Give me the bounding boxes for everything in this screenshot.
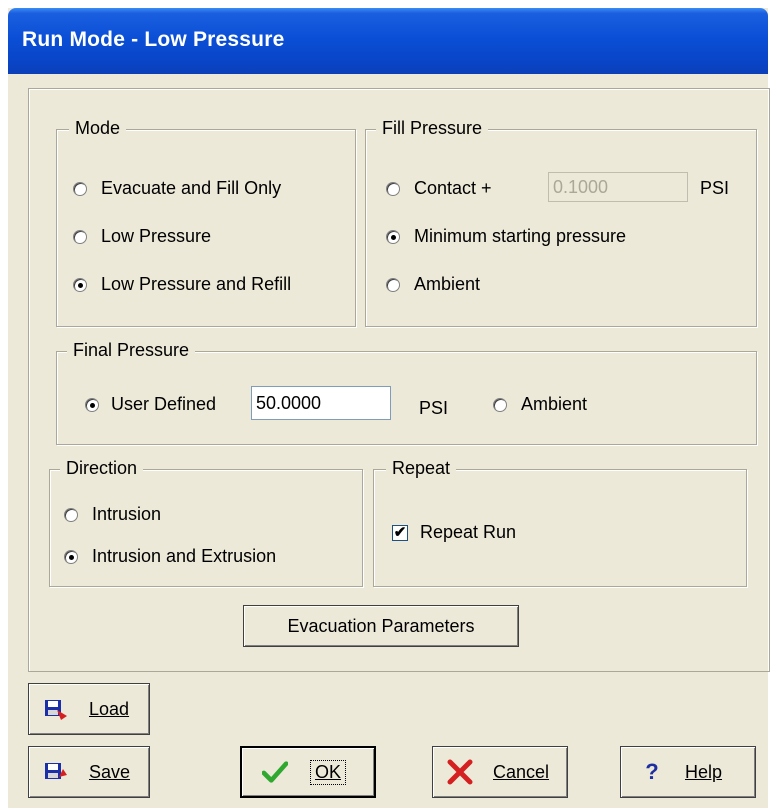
radio-label: Low Pressure xyxy=(101,226,212,246)
radio-indicator xyxy=(73,229,87,244)
contact-pressure-field[interactable]: 0.1000 xyxy=(548,172,688,202)
repeat-legend: Repeat xyxy=(386,458,457,479)
button-label: Cancel xyxy=(493,761,550,782)
button-label: Save xyxy=(89,761,131,782)
mode-low-pressure-refill-radio[interactable]: Low Pressure and Refill xyxy=(73,274,291,295)
final-ambient-radio[interactable]: Ambient xyxy=(493,394,587,415)
checkbox-indicator: ✔ xyxy=(392,524,408,541)
mode-evacuate-fill-radio[interactable]: Evacuate and Fill Only xyxy=(73,178,281,199)
repeat-group: Repeat ✔ Repeat Run xyxy=(373,458,747,587)
final-pressure-legend: Final Pressure xyxy=(67,340,196,361)
radio-indicator xyxy=(386,181,400,196)
final-pressure-field[interactable]: 50.0000 xyxy=(251,386,391,420)
radio-label: User Defined xyxy=(111,394,217,414)
radio-label: Minimum starting pressure xyxy=(414,226,627,246)
mode-legend: Mode xyxy=(69,118,127,139)
direction-group: Direction Intrusion Intrusion and Extrus… xyxy=(49,458,363,587)
radio-label: Ambient xyxy=(414,274,481,294)
radio-indicator xyxy=(73,181,87,196)
radio-label: Intrusion and Extrusion xyxy=(92,546,277,566)
radio-label: Ambient xyxy=(521,394,588,414)
button-label: Help xyxy=(685,761,723,782)
radio-indicator xyxy=(386,277,400,292)
mode-group: Mode Evacuate and Fill Only Low Pressure… xyxy=(56,118,356,327)
final-user-defined-radio[interactable]: User Defined xyxy=(85,394,216,415)
direction-intrusion-extrusion-radio[interactable]: Intrusion and Extrusion xyxy=(64,546,276,567)
ok-button[interactable]: OK xyxy=(240,746,376,798)
checkbox-label: Repeat Run xyxy=(420,522,517,542)
button-label: Evacuation Parameters xyxy=(287,615,475,636)
fill-pressure-group: Fill Pressure Contact + 0.1000 PSI Minim… xyxy=(365,118,757,327)
fill-contact-radio[interactable]: Contact + xyxy=(386,178,492,199)
final-unit-label: PSI xyxy=(419,398,449,418)
floppy-save-icon xyxy=(43,759,69,785)
floppy-load-icon xyxy=(43,696,69,722)
fill-minimum-radio[interactable]: Minimum starting pressure xyxy=(386,226,626,247)
fill-pressure-legend: Fill Pressure xyxy=(376,118,489,139)
mode-low-pressure-radio[interactable]: Low Pressure xyxy=(73,226,211,247)
radio-label: Low Pressure and Refill xyxy=(101,274,292,294)
radio-indicator-selected xyxy=(73,277,87,292)
final-pressure-group: Final Pressure User Defined 50.0000 PSI … xyxy=(56,340,757,445)
cancel-button[interactable]: Cancel xyxy=(432,746,568,798)
question-mark-icon: ? xyxy=(645,759,659,784)
fill-ambient-radio[interactable]: Ambient xyxy=(386,274,480,295)
radio-label: Contact + xyxy=(414,178,492,198)
radio-indicator xyxy=(493,397,507,412)
button-label: OK xyxy=(310,759,347,785)
direction-intrusion-radio[interactable]: Intrusion xyxy=(64,504,161,525)
save-button[interactable]: Save xyxy=(28,746,150,798)
radio-indicator-selected xyxy=(386,229,400,244)
help-button[interactable]: ? Help xyxy=(620,746,756,798)
settings-panel: Mode Evacuate and Fill Only Low Pressure… xyxy=(28,88,770,672)
contact-unit-label: PSI xyxy=(700,178,730,198)
evacuation-parameters-button[interactable]: Evacuation Parameters xyxy=(243,605,519,647)
direction-legend: Direction xyxy=(60,458,144,479)
radio-indicator-selected xyxy=(64,549,78,564)
title-bar[interactable]: Run Mode - Low Pressure xyxy=(8,8,768,74)
radio-indicator-selected xyxy=(85,397,99,412)
button-label: Load xyxy=(89,698,130,719)
window-title: Run Mode - Low Pressure xyxy=(22,28,285,51)
dialog-window: Run Mode - Low Pressure Mode Evacuate an… xyxy=(8,8,770,808)
load-button[interactable]: Load xyxy=(28,683,150,735)
radio-indicator xyxy=(64,507,78,522)
green-check-icon xyxy=(262,759,288,785)
red-x-icon xyxy=(447,759,473,785)
repeat-run-checkbox[interactable]: ✔ Repeat Run xyxy=(392,522,516,543)
radio-label: Evacuate and Fill Only xyxy=(101,178,282,198)
radio-label: Intrusion xyxy=(92,504,162,524)
